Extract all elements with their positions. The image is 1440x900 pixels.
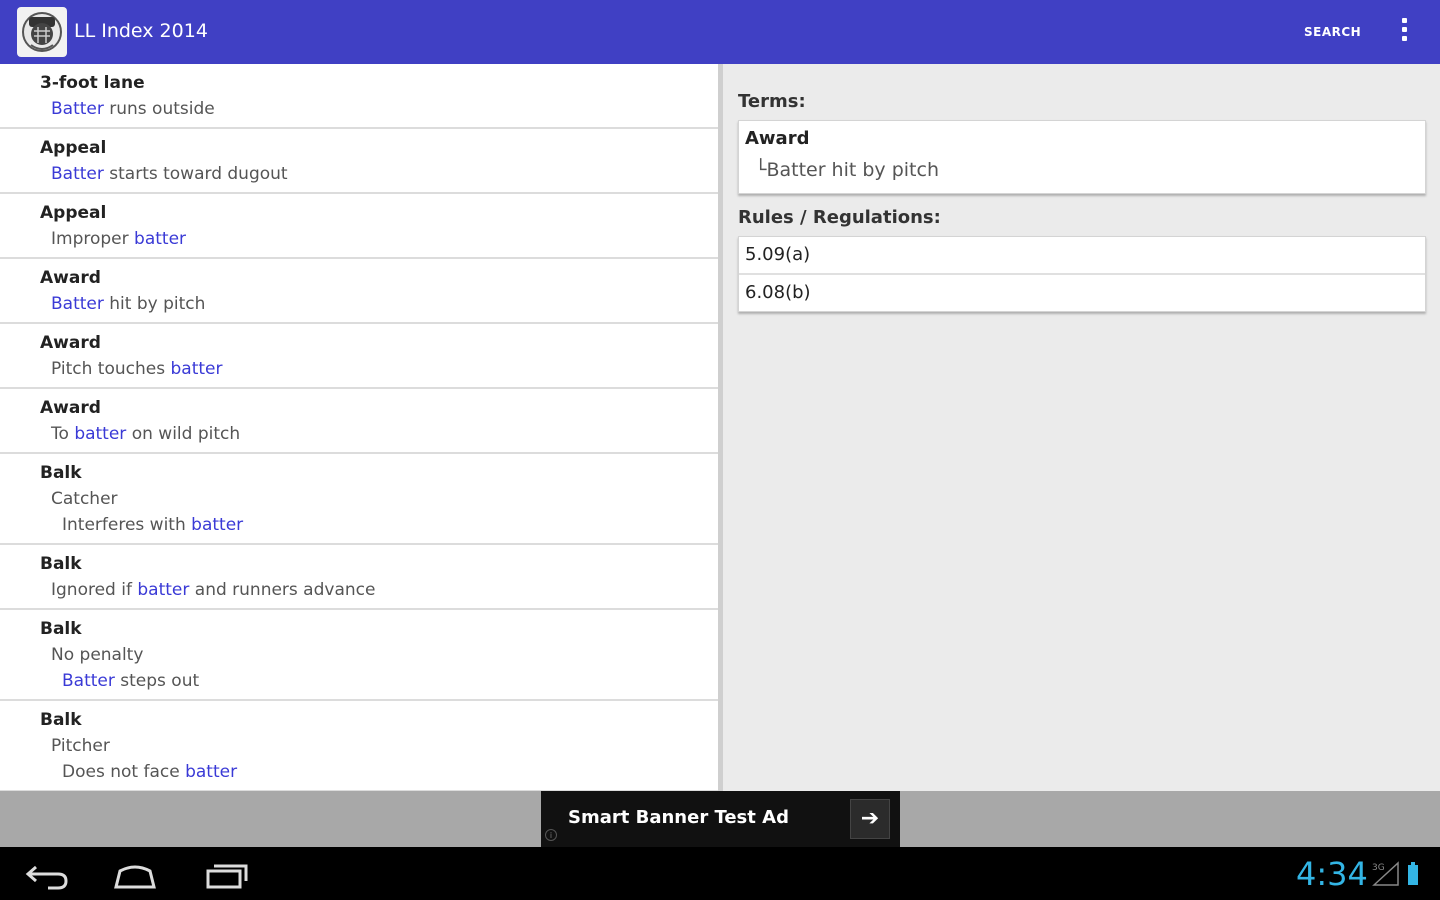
list-item-title: Balk	[40, 463, 82, 483]
overflow-menu-icon[interactable]	[1398, 18, 1410, 48]
search-term-highlight: batter	[74, 424, 127, 444]
list-item[interactable]: Award Pitch touches batter	[0, 324, 718, 389]
text-segment: starts toward dugout	[103, 164, 288, 184]
list-item-subline: Batter hit by pitch	[51, 294, 205, 314]
search-term-highlight: Batter	[51, 99, 104, 119]
action-bar: LL Index 2014 SEARCH	[0, 0, 1440, 64]
system-nav-bar: 4:34 3G	[0, 847, 1440, 900]
ad-banner[interactable]: Smart Banner Test Ad ➔ i	[541, 791, 900, 847]
list-item-subline: Does not face batter	[62, 762, 237, 782]
list-item[interactable]: Appeal Improper batter	[0, 194, 718, 259]
clock: 4:34	[1296, 855, 1368, 893]
text-segment: Pitcher	[51, 736, 110, 756]
text-segment: Ignored if	[51, 580, 138, 600]
list-item-title: Appeal	[40, 203, 107, 223]
text-segment: hit by pitch	[103, 294, 206, 314]
list-item-title: Award	[40, 268, 101, 288]
search-term-highlight: batter	[134, 229, 187, 249]
list-item[interactable]: Appeal Batter starts toward dugout	[0, 129, 718, 194]
list-item-subline: Batter runs outside	[51, 99, 215, 119]
text-segment: Does not face	[62, 762, 186, 782]
list-item[interactable]: Award Batter hit by pitch	[0, 259, 718, 324]
list-item[interactable]: 3-foot lane Batter runs outside	[0, 64, 718, 129]
home-icon[interactable]	[110, 857, 160, 891]
list-item-subline: Batter steps out	[62, 671, 199, 691]
list-item-subline: Batter starts toward dugout	[51, 164, 288, 184]
list-item-title: Appeal	[40, 138, 107, 158]
battery-icon	[1408, 865, 1418, 885]
term-subtitle: └Batter hit by pitch	[755, 159, 939, 181]
list-item-title: Balk	[40, 554, 82, 574]
ad-text: Smart Banner Test Ad	[568, 807, 789, 828]
recent-apps-icon[interactable]	[202, 857, 252, 891]
text-segment: runs outside	[103, 99, 215, 119]
search-term-highlight: Batter	[62, 671, 115, 691]
signal-type: 3G	[1372, 863, 1385, 873]
list-item-subline: No penalty	[51, 645, 143, 665]
rules-label: Rules / Regulations:	[738, 207, 941, 228]
list-item-title: 3-foot lane	[40, 73, 145, 93]
list-item-subline: Catcher	[51, 489, 118, 509]
list-item-subline: Improper batter	[51, 229, 186, 249]
search-term-highlight: Batter	[51, 294, 104, 314]
text-segment: No penalty	[51, 645, 144, 665]
list-item-subline: Pitcher	[51, 736, 110, 756]
list-item-title: Award	[40, 398, 101, 418]
list-item[interactable]: Balk Catcher Interferes with batter	[0, 454, 718, 545]
back-icon[interactable]	[22, 857, 72, 891]
text-segment: Catcher	[51, 489, 118, 509]
arrow-right-icon[interactable]: ➔	[850, 799, 890, 839]
app-title: LL Index 2014	[74, 20, 208, 42]
search-term-highlight: Batter	[51, 164, 104, 184]
rules-card: 5.09(a) 6.08(b)	[738, 236, 1426, 312]
rule-item[interactable]: 6.08(b)	[745, 282, 811, 303]
list-item-subline: Interferes with batter	[62, 515, 243, 535]
text-segment: steps out	[114, 671, 200, 691]
list-item-subline: To batter on wild pitch	[51, 424, 240, 444]
text-segment: To	[51, 424, 75, 444]
terms-label: Terms:	[738, 91, 806, 112]
text-segment: Pitch touches	[51, 359, 171, 379]
list-item-subline: Pitch touches batter	[51, 359, 222, 379]
rule-item[interactable]: 5.09(a)	[745, 244, 810, 265]
text-segment: on wild pitch	[126, 424, 241, 444]
rule-divider	[739, 273, 1425, 275]
text-segment: and runners advance	[189, 580, 376, 600]
umpire-app-icon[interactable]	[17, 7, 67, 57]
term-title: Award	[745, 128, 810, 149]
search-term-highlight: batter	[170, 359, 223, 379]
detail-pane: Terms: Award └Batter hit by pitch Rules …	[723, 64, 1440, 791]
search-term-highlight: batter	[185, 762, 238, 782]
list-item[interactable]: Award To batter on wild pitch	[0, 389, 718, 454]
list-item-title: Balk	[40, 619, 82, 639]
list-item[interactable]: Balk Ignored if batter and runners advanc…	[0, 545, 718, 610]
list-item[interactable]: Balk No penalty Batter steps out	[0, 610, 718, 701]
text-segment: Improper	[51, 229, 135, 249]
list-item-title: Balk	[40, 710, 82, 730]
text-segment: Interferes with	[62, 515, 192, 535]
search-term-highlight: batter	[137, 580, 190, 600]
list-item[interactable]: Balk Pitcher Does not face batter	[0, 701, 718, 791]
info-icon[interactable]: i	[545, 829, 557, 841]
index-list: 3-foot lane Batter runs outside Appeal Batt…	[0, 64, 718, 791]
list-item-title: Award	[40, 333, 101, 353]
list-item-subline: Ignored if batter and runners advance	[51, 580, 375, 600]
search-button[interactable]: SEARCH	[1304, 25, 1361, 39]
search-term-highlight: batter	[191, 515, 244, 535]
status-icons: 3G	[1372, 861, 1428, 891]
term-card[interactable]: Award └Batter hit by pitch	[738, 120, 1426, 194]
